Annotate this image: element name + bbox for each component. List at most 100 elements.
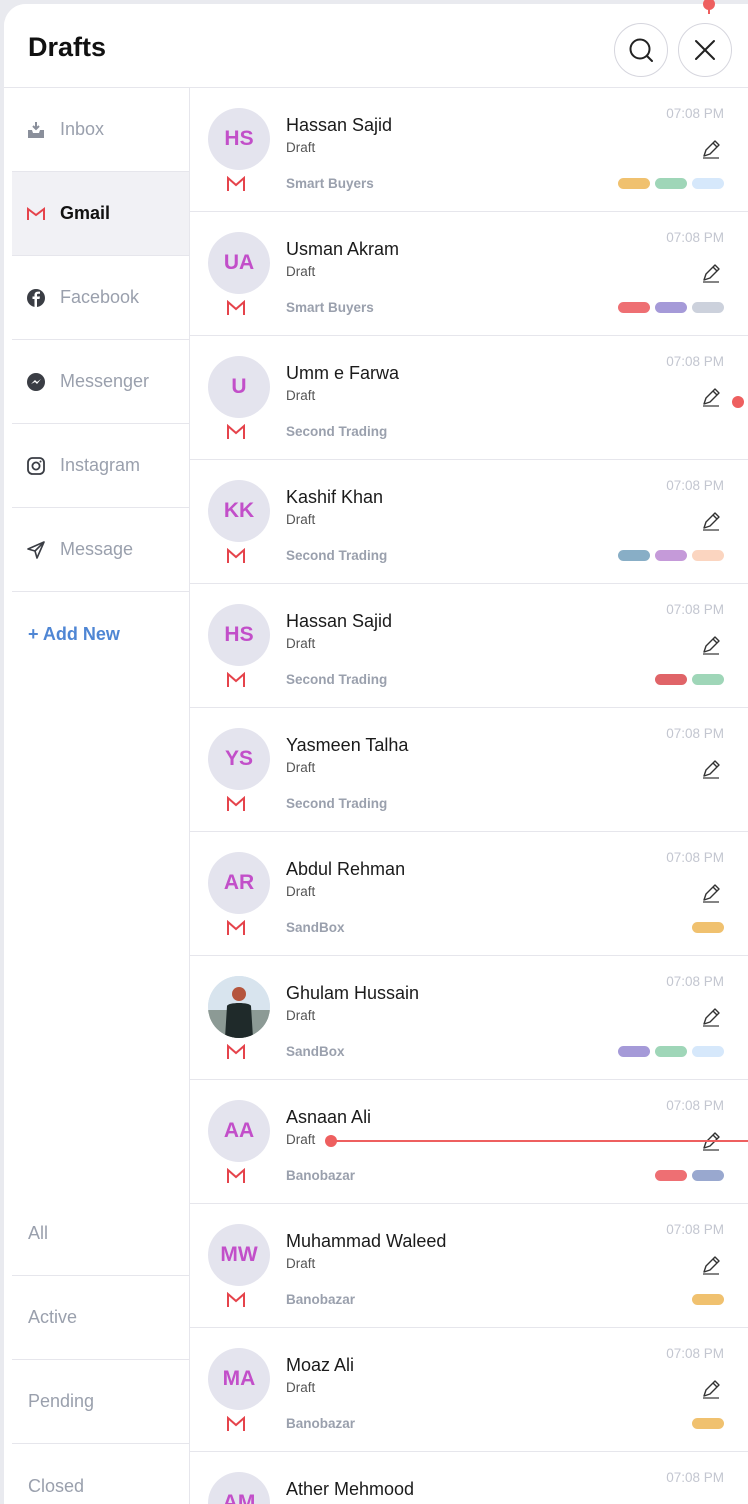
draft-name: Asnaan Ali — [286, 1107, 372, 1127]
sidebar-item-instagram[interactable]: Instagram — [12, 424, 189, 508]
avatar: HS — [208, 108, 270, 170]
edit-icon[interactable] — [700, 1378, 722, 1400]
search-button[interactable] — [614, 23, 668, 77]
tag-pill — [655, 1170, 687, 1181]
edit-icon[interactable] — [700, 882, 722, 904]
close-button[interactable] — [678, 23, 732, 77]
list-item[interactable]: KK Kashif Khan Draft Second Trading 07:08 PM — [190, 460, 748, 584]
filter-all[interactable]: All — [12, 1192, 190, 1276]
list-item[interactable]: HS Hassan Sajid Draft Second Trading 07:08 P… — [190, 584, 748, 708]
facebook-icon — [26, 288, 46, 308]
marker-line-draft — [331, 1140, 748, 1142]
list-item[interactable]: AR Abdul Rehman Draft SandBox 07:08 PM — [190, 832, 748, 956]
draft-status: Draft — [286, 264, 316, 279]
send-icon — [26, 540, 46, 560]
draft-name: Kashif Khan — [286, 487, 384, 507]
tag-pill — [692, 302, 724, 313]
filter-active[interactable]: Active — [12, 1276, 190, 1360]
status-filters: All Active Pending Closed — [12, 1192, 190, 1504]
draft-time: 07:08 PM — [666, 106, 724, 121]
page-title: Drafts — [28, 32, 107, 62]
gmail-icon — [226, 1291, 246, 1308]
draft-name: Umm e Farwa — [286, 363, 400, 383]
draft-status: Draft — [286, 140, 316, 155]
tag-list — [618, 550, 724, 561]
filter-pending[interactable]: Pending — [12, 1360, 190, 1444]
sidebar-item-messenger[interactable]: Messenger — [12, 340, 189, 424]
edit-icon[interactable] — [700, 1254, 722, 1276]
add-new-button[interactable]: + Add New — [28, 624, 120, 645]
filter-closed[interactable]: Closed — [12, 1444, 190, 1504]
sidebar: Inbox Gmail Facebook Messenger Instagram Mess… — [12, 88, 190, 1504]
tag-pill — [692, 1170, 724, 1181]
edit-icon[interactable] — [700, 262, 722, 284]
sidebar-item-facebook[interactable]: Facebook — [12, 256, 189, 340]
draft-status: Draft — [286, 1256, 316, 1271]
draft-time: 07:08 PM — [666, 1098, 724, 1113]
list-item[interactable]: MA Moaz Ali Draft Banobazar 07:08 PM — [190, 1328, 748, 1452]
drafts-panel: Drafts Inbox Gmail Facebook Messenger Instag… — [4, 4, 748, 1504]
draft-name: Ghulam Hussain — [286, 983, 420, 1003]
draft-company: Banobazar — [286, 1168, 356, 1183]
list-item[interactable]: UA Usman Akram Draft Smart Buyers 07:08 PM — [190, 212, 748, 336]
edit-icon[interactable] — [700, 634, 722, 656]
sidebar-item-label: Instagram — [60, 455, 141, 475]
tag-pill — [692, 1418, 724, 1429]
tag-pill — [692, 922, 724, 933]
edit-icon[interactable] — [700, 1006, 722, 1028]
tag-pill — [655, 302, 687, 313]
tag-pill — [655, 550, 687, 561]
avatar: AA — [208, 1100, 270, 1162]
gmail-icon — [226, 423, 246, 440]
list-item[interactable]: U Umm e Farwa Draft Second Trading 07:08 PM — [190, 336, 748, 460]
tag-list — [655, 1170, 724, 1181]
list-item[interactable]: AMAther MehmoodDraftBanobazar07:08 PM — [190, 1452, 748, 1504]
edit-icon[interactable] — [700, 758, 722, 780]
list-item[interactable]: AA Asnaan Ali Draft Banobazar 07:08 PM — [190, 1080, 748, 1204]
draft-name: Yasmeen Talha — [286, 735, 409, 755]
draft-company: SandBox — [286, 1044, 345, 1059]
draft-time: 07:08 PM — [666, 478, 724, 493]
draft-status: Draft — [286, 1380, 316, 1395]
sidebar-item-message[interactable]: Message — [12, 508, 189, 592]
draft-company: Second Trading — [286, 672, 388, 687]
drafts-list: HS Hassan Sajid Draft Smart Buyers 07:08 PM U… — [190, 88, 748, 1504]
edit-icon[interactable] — [700, 510, 722, 532]
list-item[interactable]: YS Yasmeen Talha Draft Second Trading 07:08 … — [190, 708, 748, 832]
draft-company: SandBox — [286, 920, 345, 935]
sidebar-item-inbox[interactable]: Inbox — [12, 88, 189, 172]
draft-name: Hassan Sajid — [286, 611, 393, 631]
draft-time: 07:08 PM — [666, 1346, 724, 1361]
gmail-icon — [226, 1167, 246, 1184]
tag-pill — [618, 550, 650, 561]
draft-name: Muhammad Waleed — [286, 1231, 447, 1251]
gmail-icon — [226, 299, 246, 316]
edit-icon[interactable] — [700, 386, 722, 408]
draft-name: Hassan Sajid — [286, 115, 393, 135]
draft-name: Ather Mehmood — [286, 1479, 415, 1499]
avatar: U — [208, 356, 270, 418]
draft-time: 07:08 PM — [666, 602, 724, 617]
tag-pill — [618, 178, 650, 189]
draft-name: Moaz Ali — [286, 1355, 355, 1375]
tag-pill — [655, 178, 687, 189]
sidebar-item-gmail[interactable]: Gmail — [12, 172, 189, 256]
avatar: AM — [208, 1472, 270, 1504]
draft-status: Draft — [286, 388, 316, 403]
list-item[interactable]: HS Hassan Sajid Draft Smart Buyers 07:08 PM — [190, 88, 748, 212]
gmail-icon — [226, 175, 246, 192]
draft-name: Usman Akram — [286, 239, 400, 259]
list-item[interactable]: MW Muhammad Waleed Draft Banobazar 07:08 PM — [190, 1204, 748, 1328]
draft-time: 07:08 PM — [666, 726, 724, 741]
header: Drafts — [4, 4, 748, 88]
edit-icon[interactable] — [700, 138, 722, 160]
draft-company: Second Trading — [286, 796, 388, 811]
tag-pill — [655, 1046, 687, 1057]
draft-time: 07:08 PM — [666, 1470, 724, 1485]
list-item[interactable]: Ghulam Hussain Draft SandBox 07:08 PM — [190, 956, 748, 1080]
sidebar-item-label: Message — [60, 539, 134, 559]
tag-pill — [618, 1046, 650, 1057]
avatar: YS — [208, 728, 270, 790]
draft-company: Smart Buyers — [286, 300, 374, 315]
draft-time: 07:08 PM — [666, 230, 724, 245]
